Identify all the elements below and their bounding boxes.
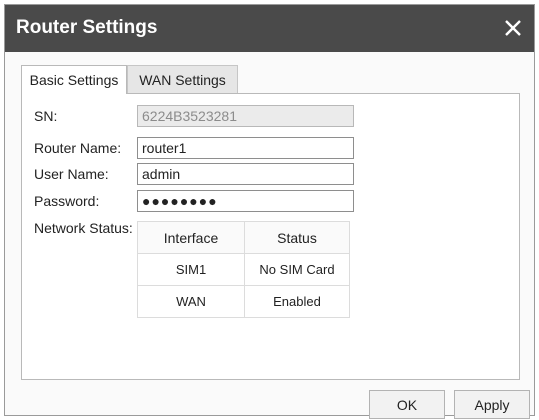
network-status-table: Interface Status SIM1 No SIM Card WAN En… <box>137 221 350 318</box>
password-field[interactable]: ●●●●●●●● <box>137 190 354 212</box>
sn-label: SN: <box>34 108 58 124</box>
sn-field: 6224B3523281 <box>137 105 354 127</box>
tab-basic-settings[interactable]: Basic Settings <box>21 65 127 94</box>
column-header-interface: Interface <box>137 221 245 254</box>
user-name-field[interactable]: admin <box>137 163 354 185</box>
basic-settings-panel: SN: 6224B3523281 Router Name: router1 Us… <box>21 93 520 380</box>
column-header-status: Status <box>244 221 350 254</box>
table-header-row: Interface Status <box>137 221 350 254</box>
table-row: SIM1 No SIM Card <box>137 253 350 286</box>
status-cell: No SIM Card <box>244 253 350 286</box>
table-row: WAN Enabled <box>137 285 350 318</box>
dialog-titlebar: Router Settings <box>5 5 534 52</box>
tab-wan-settings[interactable]: WAN Settings <box>127 65 238 93</box>
status-cell: Enabled <box>244 285 350 318</box>
user-name-label: User Name: <box>34 166 109 182</box>
network-status-label: Network Status: <box>34 220 133 236</box>
apply-button[interactable]: Apply <box>454 390 530 419</box>
router-settings-dialog: Router Settings Basic Settings WAN Setti… <box>4 4 535 419</box>
interface-cell: SIM1 <box>137 253 245 286</box>
router-name-field[interactable]: router1 <box>137 137 354 159</box>
dialog-title: Router Settings <box>16 17 158 38</box>
interface-cell: WAN <box>137 285 245 318</box>
close-icon[interactable] <box>498 13 528 43</box>
password-label: Password: <box>34 193 100 209</box>
router-name-label: Router Name: <box>34 140 122 156</box>
ok-button[interactable]: OK <box>369 390 445 419</box>
close-icon-glyph <box>505 20 521 36</box>
